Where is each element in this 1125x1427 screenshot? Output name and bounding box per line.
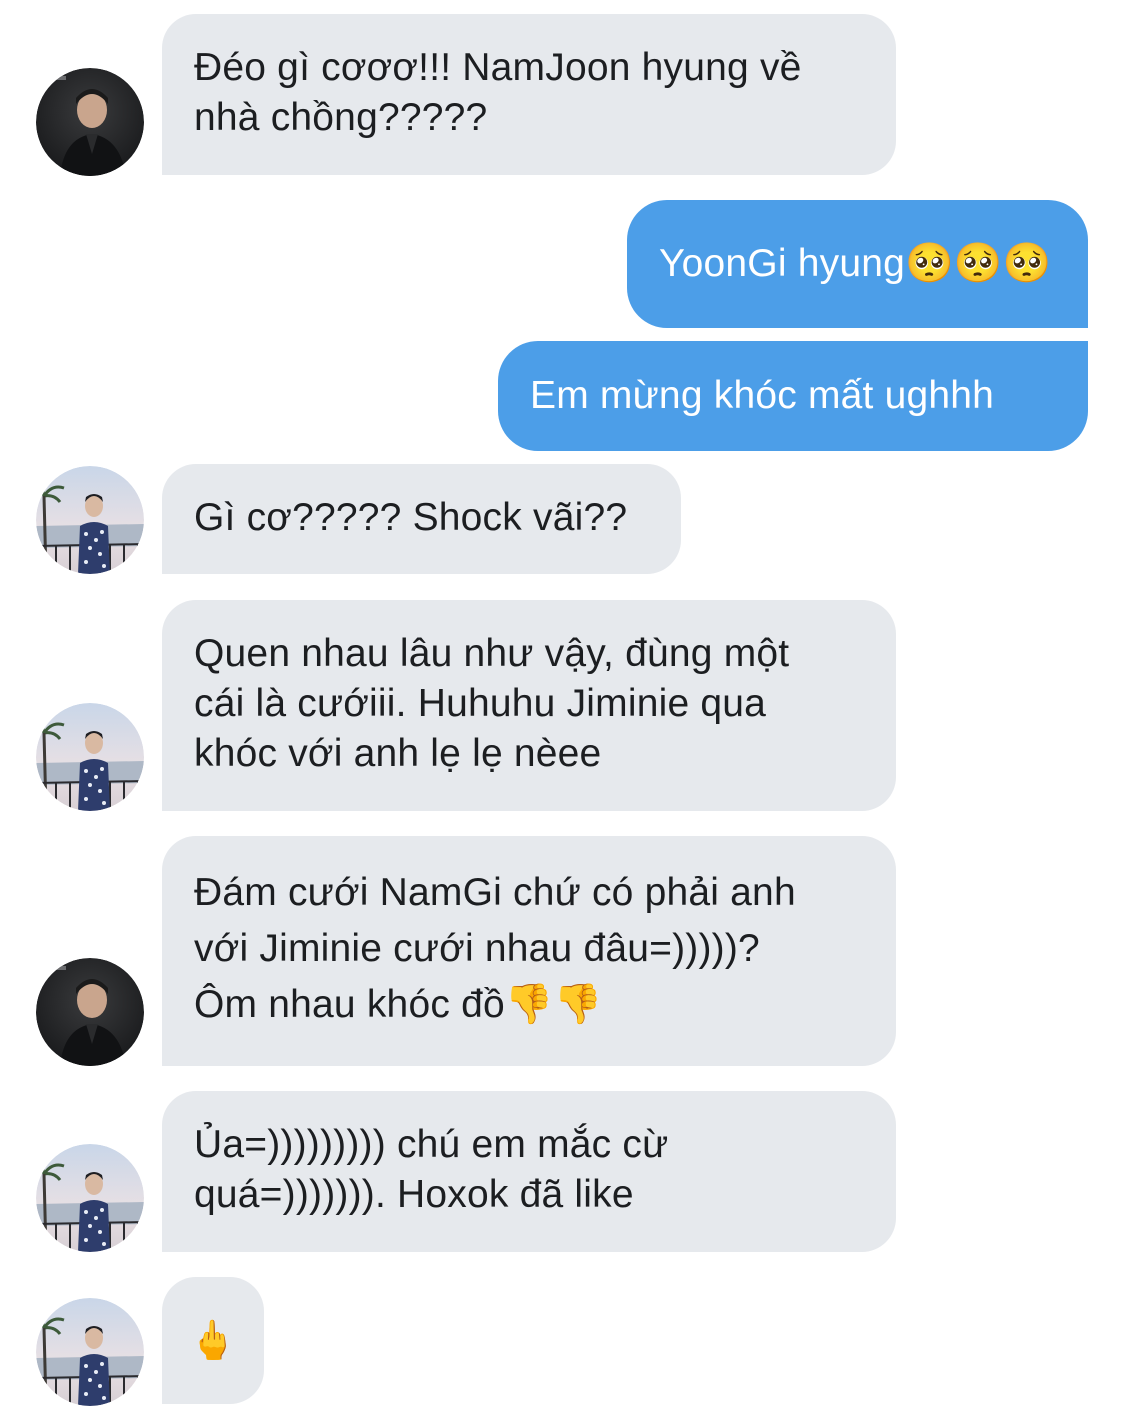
avatar[interactable] xyxy=(36,466,144,574)
profile-photo-icon xyxy=(36,703,144,811)
profile-photo-icon xyxy=(36,1298,144,1406)
avatar[interactable] xyxy=(36,703,144,811)
message-bubble-incoming[interactable]: Ủa=))))))))) chú em mắc cừ quá=))))))). … xyxy=(162,1091,896,1252)
avatar[interactable] xyxy=(36,1298,144,1406)
profile-photo-icon xyxy=(36,466,144,574)
avatar[interactable] xyxy=(36,958,144,1066)
avatar[interactable] xyxy=(36,1144,144,1252)
message-bubble-incoming[interactable]: Gì cơ????? Shock vãi?? xyxy=(162,464,681,574)
message-bubble-incoming[interactable]: 🖕 xyxy=(162,1277,264,1404)
message-bubble-incoming[interactable]: Đám cưới NamGi chứ có phải anh với Jimin… xyxy=(162,836,896,1066)
profile-photo-icon xyxy=(36,68,144,176)
avatar[interactable] xyxy=(36,68,144,176)
message-bubble-incoming[interactable]: Đéo gì cơơơ!!! NamJoon hyung về nhà chồn… xyxy=(162,14,896,175)
profile-photo-icon xyxy=(36,958,144,1066)
message-bubble-incoming[interactable]: Quen nhau lâu như vậy, đùng một cái là c… xyxy=(162,600,896,811)
message-bubble-outgoing[interactable]: Em mừng khóc mất ughhh xyxy=(498,341,1088,451)
profile-photo-icon xyxy=(36,1144,144,1252)
message-bubble-outgoing[interactable]: YoonGi hyung🥺🥺🥺 xyxy=(627,200,1088,328)
